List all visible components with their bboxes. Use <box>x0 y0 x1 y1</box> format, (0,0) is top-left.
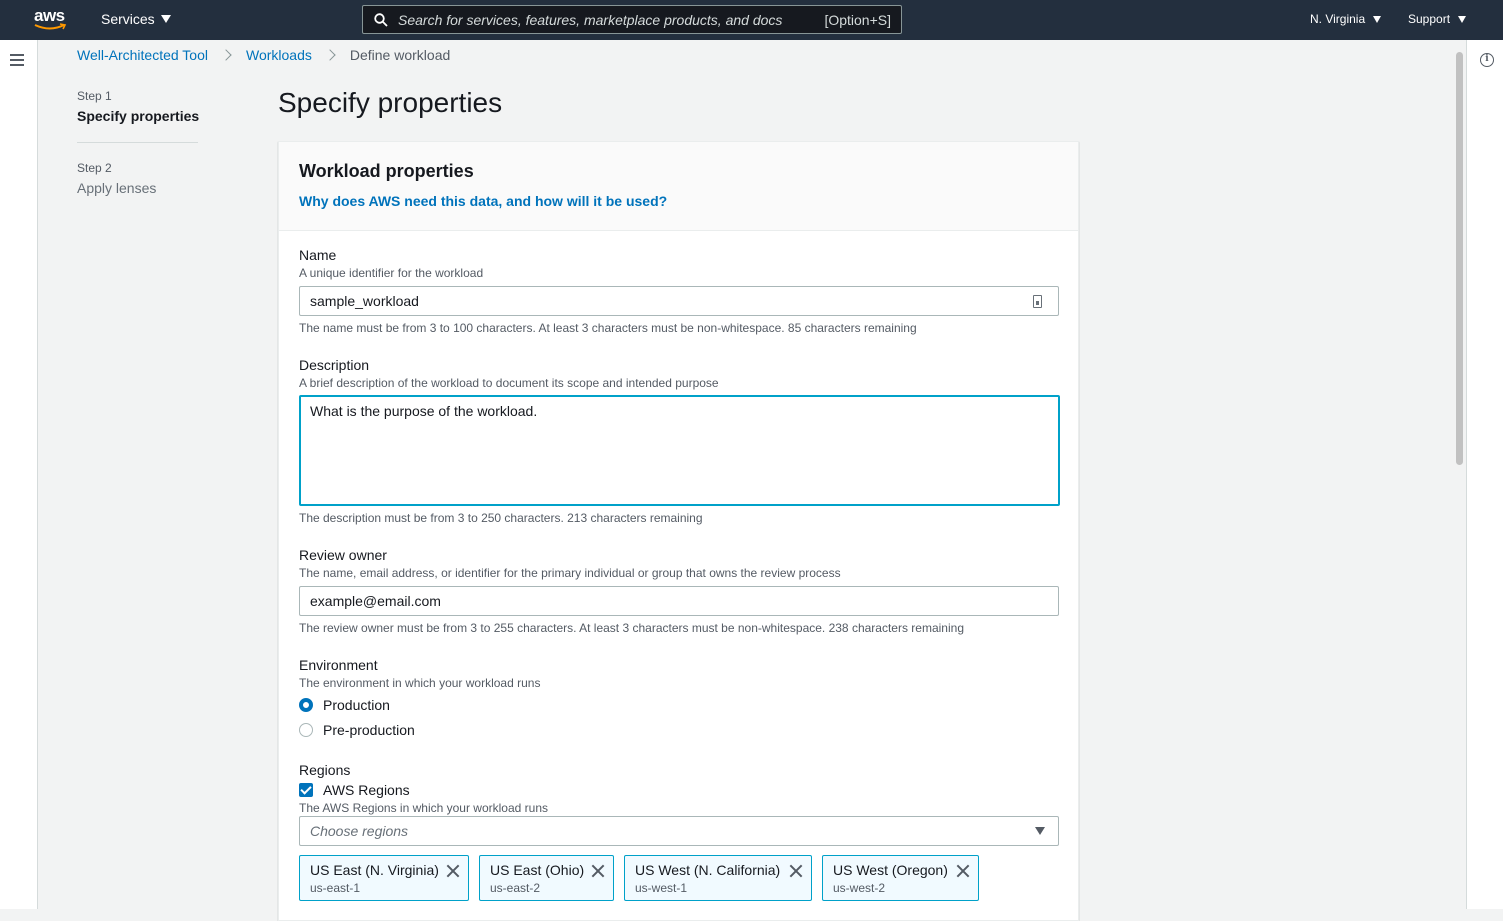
caret-down-icon <box>1373 15 1382 23</box>
environment-option-preproduction[interactable]: Pre-production <box>299 722 415 738</box>
region-token-code: us-west-2 <box>833 881 886 895</box>
breadcrumb-well-architected-tool[interactable]: Well-Architected Tool <box>77 47 208 63</box>
region-token-label: US West (Oregon) <box>833 862 948 878</box>
breadcrumb: Well-Architected Tool Workloads Define w… <box>77 46 450 64</box>
close-icon[interactable] <box>956 864 970 878</box>
region-label: N. Virginia <box>1310 12 1366 26</box>
region-token-code: us-west-1 <box>635 881 688 895</box>
services-label: Services <box>101 11 155 27</box>
step-2-title: Apply lenses <box>77 180 157 196</box>
support-label: Support <box>1408 12 1451 26</box>
scrollbar[interactable] <box>1453 40 1466 909</box>
regions-select[interactable]: Choose regions <box>299 816 1059 846</box>
region-token-label: US West (N. California) <box>635 862 781 878</box>
info-icon[interactable]: i <box>1480 53 1494 67</box>
radio-button[interactable] <box>299 723 313 737</box>
region-token-label: US East (Ohio) <box>490 862 585 878</box>
panel-title: Workload properties <box>299 161 474 181</box>
menu-icon[interactable] <box>10 54 24 66</box>
chevron-right-icon <box>324 49 336 61</box>
step-2-label: Step 2 <box>77 161 112 175</box>
chevron-right-icon <box>220 49 232 61</box>
search-icon <box>374 12 388 27</box>
close-icon[interactable] <box>446 864 460 878</box>
caret-down-icon <box>160 15 171 23</box>
aws-smile-icon <box>34 23 67 30</box>
environment-label: Environment <box>299 657 378 673</box>
region-token: US West (N. California) us-west-1 <box>624 855 812 901</box>
name-input-value: sample_workload <box>310 293 419 309</box>
name-input[interactable]: sample_workload <box>299 286 1059 316</box>
aws-logo[interactable]: aws <box>34 6 68 32</box>
radio-button-checked[interactable] <box>299 698 313 712</box>
region-token: US West (Oregon) us-west-2 <box>822 855 979 901</box>
review-owner-description: The name, email address, or identifier f… <box>299 566 841 580</box>
services-menu[interactable]: Services <box>101 11 171 27</box>
review-owner-constraint: The review owner must be from 3 to 255 c… <box>299 621 964 635</box>
environment-description: The environment in which your workload r… <box>299 676 541 690</box>
name-constraint: The name must be from 3 to 100 character… <box>299 321 917 335</box>
region-token-label: US East (N. Virginia) <box>310 862 439 878</box>
workload-properties-panel: Workload properties Why does AWS need th… <box>278 141 1079 921</box>
name-description: A unique identifier for the workload <box>299 266 484 280</box>
description-description: A brief description of the workload to d… <box>299 376 719 390</box>
region-token-code: us-east-1 <box>310 881 361 895</box>
review-owner-label: Review owner <box>299 547 387 563</box>
breadcrumb-current: Define workload <box>349 47 451 63</box>
search-input[interactable]: Search for services, features, marketpla… <box>398 12 824 28</box>
top-navigation: aws Services Search for services, featur… <box>0 0 1503 40</box>
environment-option-label: Pre-production <box>323 722 415 738</box>
tools-rail: i <box>1466 40 1503 909</box>
close-icon[interactable] <box>789 864 803 878</box>
side-navigation-rail <box>0 40 38 909</box>
caret-down-icon <box>1458 15 1467 23</box>
checkbox-checked[interactable] <box>299 783 313 797</box>
environment-option-production[interactable]: Production <box>299 697 390 713</box>
step-1-label: Step 1 <box>77 89 112 103</box>
data-usage-link[interactable]: Why does AWS need this data, and how wil… <box>299 193 667 209</box>
step-divider <box>77 142 198 143</box>
support-menu[interactable]: Support <box>1408 12 1467 26</box>
panel-header <box>279 142 1078 231</box>
aws-regions-checkbox-label: AWS Regions <box>323 782 410 798</box>
aws-regions-checkbox-row[interactable]: AWS Regions <box>299 782 410 798</box>
search-shortcut-hint: [Option+S] <box>824 11 891 28</box>
region-token: US East (N. Virginia) us-east-1 <box>299 855 469 901</box>
caret-down-icon <box>1035 827 1045 835</box>
password-manager-icon[interactable] <box>1033 295 1042 308</box>
environment-option-label: Production <box>323 697 390 713</box>
name-label: Name <box>299 247 337 263</box>
review-owner-input[interactable]: example@email.com <box>299 586 1059 616</box>
page-title: Specify properties <box>278 87 503 118</box>
regions-label: Regions <box>299 762 351 778</box>
description-constraint: The description must be from 3 to 250 ch… <box>299 511 703 525</box>
description-label: Description <box>299 357 370 373</box>
region-token: US East (Ohio) us-east-2 <box>479 855 614 901</box>
regions-select-placeholder: Choose regions <box>310 823 409 839</box>
regions-description: The AWS Regions in which your workload r… <box>299 801 548 815</box>
region-token-code: us-east-2 <box>490 881 541 895</box>
global-search[interactable]: Search for services, features, marketpla… <box>362 5 902 34</box>
review-owner-input-value: example@email.com <box>310 593 441 609</box>
close-icon[interactable] <box>591 864 605 878</box>
step-1-title: Specify properties <box>77 108 200 124</box>
region-selector[interactable]: N. Virginia <box>1310 12 1382 26</box>
scrollbar-thumb[interactable] <box>1456 52 1463 465</box>
description-textarea[interactable]: What is the purpose of the workload. <box>299 395 1060 506</box>
breadcrumb-workloads[interactable]: Workloads <box>246 47 312 63</box>
